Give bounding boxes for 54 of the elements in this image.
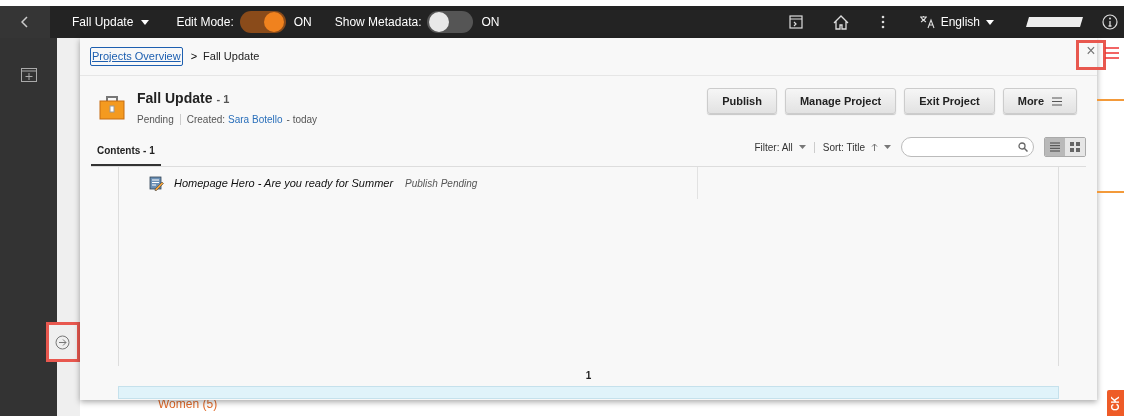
toggle-switch[interactable] xyxy=(239,11,286,33)
metadata-label: Show Metadata: xyxy=(334,14,422,31)
sort-dropdown[interactable]: Sort: Title xyxy=(822,139,891,155)
language-dropdown[interactable]: English xyxy=(918,13,994,31)
grid-icon xyxy=(1070,142,1080,152)
briefcase-icon xyxy=(99,95,125,120)
translate-icon xyxy=(918,15,935,29)
created-label: Created: xyxy=(186,113,226,127)
contents-tab[interactable]: Contents - 1 xyxy=(91,136,161,166)
action-button[interactable]: Manage Project xyxy=(784,88,897,114)
grid-view-button[interactable] xyxy=(1065,138,1085,156)
add-panel-icon[interactable] xyxy=(20,68,37,82)
action-button[interactable]: Publish xyxy=(707,88,777,114)
breadcrumb-separator: > xyxy=(190,49,198,65)
search-icon xyxy=(1018,142,1028,152)
document-edit-icon xyxy=(149,175,164,191)
arrow-right-circle-icon xyxy=(55,334,70,350)
page-number[interactable]: 1 xyxy=(585,368,592,383)
expand-button[interactable] xyxy=(45,322,80,362)
filter-dropdown[interactable]: Filter: All xyxy=(754,139,806,155)
action-button[interactable]: More xyxy=(1002,88,1077,114)
metadata-state: ON xyxy=(481,14,500,31)
action-button[interactable]: Exit Project xyxy=(904,88,995,114)
content-row[interactable]: Homepage Hero - Are you ready for Summer Publish Pending xyxy=(119,167,1058,199)
chevron-left-icon xyxy=(21,16,29,28)
breadcrumb-link[interactable]: Projects Overview xyxy=(90,47,183,66)
menu-icon xyxy=(1052,96,1062,106)
project-title: Fall Update xyxy=(137,89,213,108)
list-icon xyxy=(1050,142,1060,152)
toggle-switch[interactable] xyxy=(427,11,474,33)
author-link[interactable]: Sara Botello xyxy=(228,112,283,127)
content-title: Homepage Hero - Are you ready for Summer xyxy=(174,175,394,191)
content-status: Publish Pending xyxy=(405,176,478,191)
more-vertical-icon[interactable] xyxy=(880,15,885,29)
breadcrumb-current: Fall Update xyxy=(203,49,260,65)
logo-icon xyxy=(1026,17,1084,27)
caret-down-icon xyxy=(798,145,806,149)
edit-mode-label: Edit Mode: xyxy=(176,14,234,31)
home-icon[interactable] xyxy=(832,14,849,30)
project-status: Pending xyxy=(137,113,174,127)
created-date: - today xyxy=(286,113,318,127)
project-count: - 1 xyxy=(216,92,230,107)
project-dropdown[interactable]: Fall Update xyxy=(72,13,150,31)
info-icon[interactable] xyxy=(1102,14,1118,30)
caret-down-icon xyxy=(141,19,150,25)
arrow-up-icon xyxy=(871,143,878,151)
caret-down-icon xyxy=(986,19,994,25)
list-view-button[interactable] xyxy=(1045,138,1065,156)
menu-icon xyxy=(1105,47,1119,59)
edit-mode-state: ON xyxy=(293,14,312,31)
terminal-icon[interactable] xyxy=(788,15,803,29)
search-field[interactable] xyxy=(901,137,1034,157)
caret-down-icon xyxy=(884,145,891,149)
close-button[interactable]: × xyxy=(1076,40,1106,70)
